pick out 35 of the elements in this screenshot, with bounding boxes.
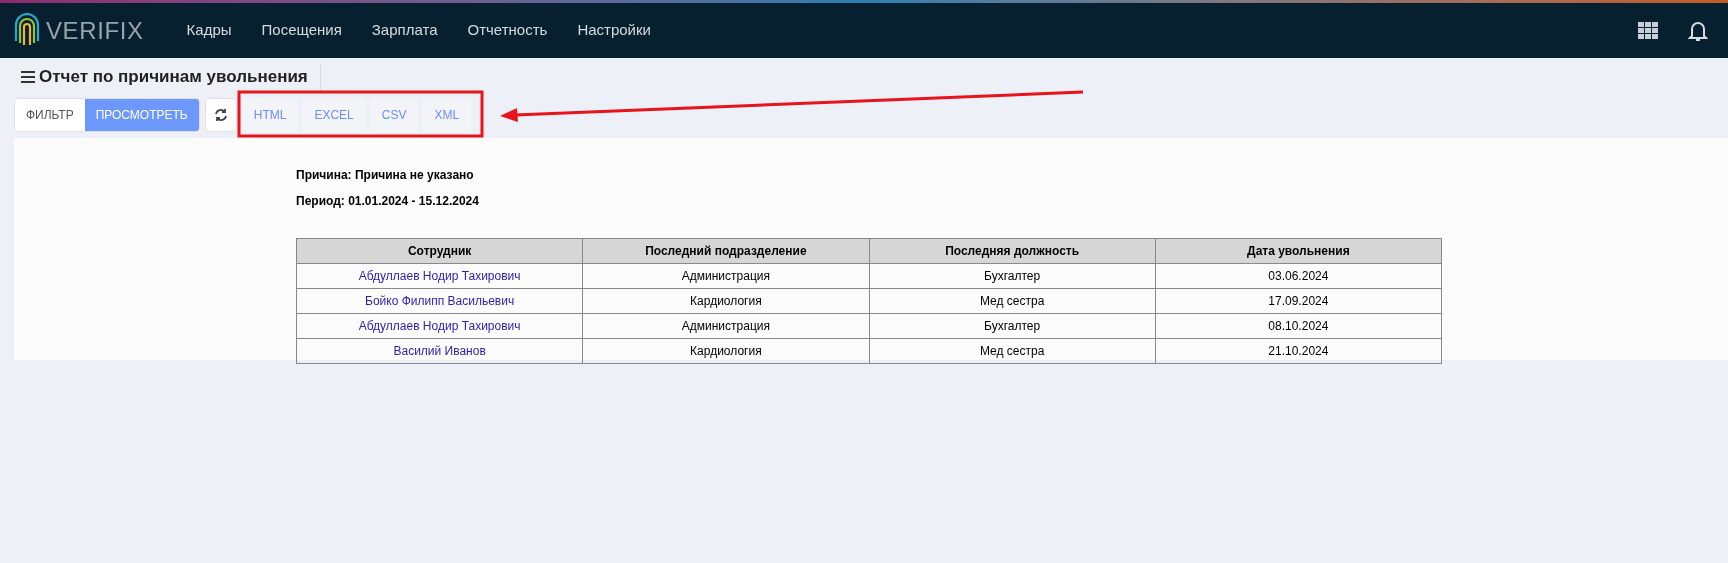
table-cell: Мед сестра [869, 288, 1156, 314]
table-cell: 21.10.2024 [1155, 338, 1442, 364]
column-header: Сотрудник [296, 238, 583, 264]
table-cell: Администрация [582, 263, 869, 289]
report-period: Период: 01.01.2024 - 15.12.2024 [296, 193, 480, 210]
table-cell: 17.09.2024 [1155, 288, 1442, 314]
table-cell: Кардиология [582, 338, 869, 364]
nav-link[interactable]: Зарплата [358, 19, 451, 42]
employee-link[interactable]: Абдуллаев Нодир Тахирович [296, 313, 583, 339]
apps-grid-icon[interactable] [1638, 21, 1658, 40]
logo-text: VERIFIX [46, 15, 144, 46]
menu-icon[interactable] [21, 71, 35, 83]
report-reason: Причина: Причина не указано [296, 167, 475, 184]
table-cell: Кардиология [582, 288, 869, 314]
refresh-button[interactable] [204, 98, 237, 132]
nav-link[interactable]: Посещения [248, 19, 355, 42]
column-header: Дата увольнения [1155, 238, 1442, 264]
employee-link[interactable]: Бойко Филипп Васильевич [296, 288, 583, 314]
employee-link[interactable]: Василий Иванов [296, 338, 583, 364]
nav-link[interactable]: Кадры [173, 19, 245, 42]
table-cell: Бухгалтер [869, 263, 1156, 289]
bell-icon[interactable] [1688, 19, 1708, 42]
table-cell: Мед сестра [869, 338, 1156, 364]
page-title: Отчет по причинам увольнения [39, 64, 321, 90]
table-cell: 08.10.2024 [1155, 313, 1442, 339]
employee-link[interactable]: Абдуллаев Нодир Тахирович [296, 263, 583, 289]
table-cell: 03.06.2024 [1155, 263, 1442, 289]
view-tab[interactable]: ФИЛЬТР [15, 99, 85, 131]
nav-link[interactable]: Отчетность [454, 19, 561, 42]
table-cell: Администрация [582, 313, 869, 339]
column-header: Последний подразделение [582, 238, 869, 264]
column-header: Последняя должность [869, 238, 1156, 264]
table-cell: Бухгалтер [869, 313, 1156, 339]
refresh-icon [213, 108, 228, 122]
nav-link[interactable]: Настройки [564, 19, 664, 42]
